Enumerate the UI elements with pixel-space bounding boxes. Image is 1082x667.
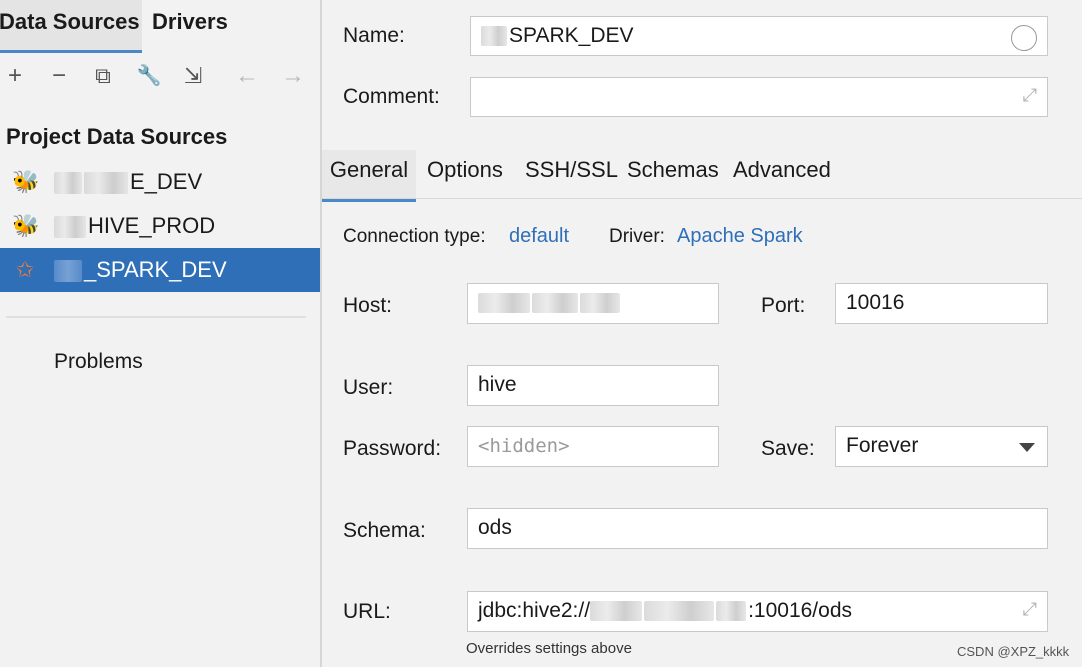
import-icon[interactable]: ⇲ xyxy=(180,62,206,90)
expand-icon[interactable]: ⤢ xyxy=(1023,598,1037,620)
dropdown-arrow-icon[interactable] xyxy=(1019,443,1035,452)
remove-icon[interactable]: − xyxy=(46,62,72,90)
tab-drivers[interactable]: Drivers xyxy=(152,0,228,50)
port-field[interactable]: 10016 xyxy=(835,283,1048,324)
panel-divider xyxy=(6,316,306,318)
left-tabbar: Data Sources Drivers xyxy=(0,0,320,53)
problems-item[interactable]: Problems xyxy=(54,350,143,374)
driver-label: Driver: xyxy=(609,226,665,247)
name-label: Name: xyxy=(343,24,405,47)
url-note: Overrides settings above xyxy=(466,640,632,657)
user-field[interactable]: hive xyxy=(467,365,719,406)
name-field[interactable]: SPARK_DEV xyxy=(470,16,1048,56)
data-sources-panel: Data Sources Drivers + − ⧉ 🔧 ⇲ ← → Proje… xyxy=(0,0,320,667)
connection-settings-panel: Name: SPARK_DEV Comment: ⤢ General Optio… xyxy=(322,0,1082,667)
password-label: Password: xyxy=(343,437,442,460)
tab-schemas[interactable]: Schemas xyxy=(627,150,719,198)
comment-label: Comment: xyxy=(343,85,440,108)
url-field[interactable]: jdbc:hive2://:10016/ods ⤢ xyxy=(467,591,1048,632)
host-label: Host: xyxy=(343,294,393,317)
tab-divider xyxy=(322,198,1082,199)
user-label: User: xyxy=(343,376,394,399)
color-circle-icon[interactable] xyxy=(1011,25,1037,51)
data-source-label: E_DEV xyxy=(54,160,202,204)
wrench-icon[interactable]: 🔧 xyxy=(136,62,162,90)
comment-field[interactable]: ⤢ xyxy=(470,77,1048,117)
password-field[interactable]: <hidden> xyxy=(467,426,719,467)
add-icon[interactable]: + xyxy=(2,62,28,90)
duplicate-icon[interactable]: ⧉ xyxy=(90,62,116,90)
left-toolbar: + − ⧉ 🔧 ⇲ ← → xyxy=(0,58,320,98)
connection-type-link[interactable]: default xyxy=(509,225,569,248)
port-label: Port: xyxy=(761,294,806,317)
schema-label: Schema: xyxy=(343,519,426,542)
back-arrow-icon[interactable]: ← xyxy=(234,62,260,90)
data-source-item-selected[interactable]: ✩ _SPARK_DEV xyxy=(0,248,320,292)
data-source-item[interactable]: 🐝 E_DEV xyxy=(0,160,320,204)
tab-data-sources[interactable]: Data Sources xyxy=(0,0,142,53)
data-source-item[interactable]: 🐝 HIVE_PROD xyxy=(0,204,320,248)
tab-advanced[interactable]: Advanced xyxy=(733,150,831,198)
data-source-label: _SPARK_DEV xyxy=(54,248,227,292)
tab-ssh-ssl[interactable]: SSH/SSL xyxy=(525,150,618,198)
tab-options[interactable]: Options xyxy=(427,150,503,198)
spark-icon: ✩ xyxy=(15,257,35,282)
save-select[interactable]: Forever xyxy=(835,426,1048,467)
host-field[interactable] xyxy=(467,283,719,324)
connection-type-label: Connection type: xyxy=(343,226,486,247)
save-label: Save: xyxy=(761,437,815,460)
url-label: URL: xyxy=(343,600,391,623)
data-source-label: HIVE_PROD xyxy=(54,204,215,248)
watermark: CSDN @XPZ_kkkk xyxy=(957,644,1070,659)
driver-link[interactable]: Apache Spark xyxy=(677,225,803,248)
hive-icon: 🐝 xyxy=(12,213,40,238)
project-data-sources-title: Project Data Sources xyxy=(6,124,228,149)
schema-field[interactable]: ods xyxy=(467,508,1048,549)
tab-general[interactable]: General xyxy=(322,150,416,202)
settings-tabs: General Options SSH/SSL Schemas Advanced xyxy=(322,150,1082,202)
hive-icon: 🐝 xyxy=(12,169,40,194)
forward-arrow-icon[interactable]: → xyxy=(280,62,306,90)
expand-icon[interactable]: ⤢ xyxy=(1023,84,1037,106)
